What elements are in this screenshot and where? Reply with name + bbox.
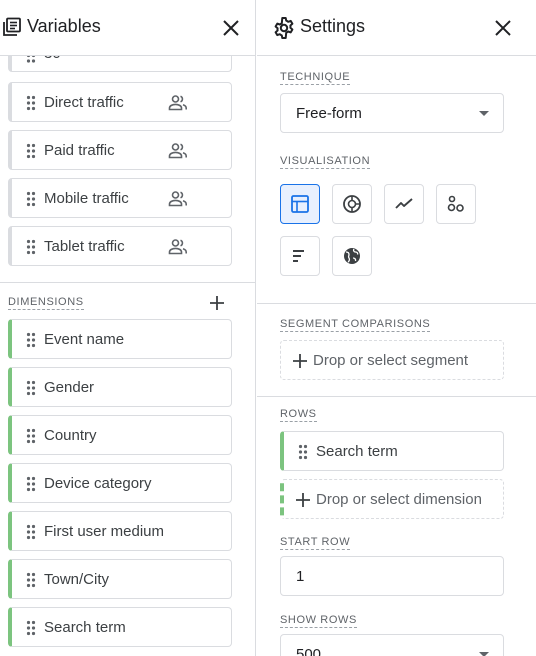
people-icon (168, 191, 187, 207)
dropdown-arrow-icon (479, 111, 489, 116)
drop-segment-label: Drop or select segment (313, 352, 469, 369)
row-dimension-label: Search term (316, 443, 398, 460)
table-vis-button[interactable] (280, 184, 320, 224)
drag-handle-icon[interactable] (26, 143, 36, 159)
segment-label: Mobile traffic (44, 190, 129, 207)
segment-chip[interactable]: Mobile traffic (8, 178, 232, 218)
segment-label: Direct traffic (44, 94, 124, 111)
settings-title: Settings (300, 16, 366, 36)
people-icon (168, 239, 187, 255)
drop-segment-zone[interactable]: Drop or select segment (280, 340, 504, 380)
close-icon (495, 20, 511, 36)
segment-chip[interactable]: Tablet traffic (8, 226, 232, 266)
drag-handle-icon[interactable] (26, 572, 36, 588)
divider (0, 282, 255, 283)
close-variables-button[interactable] (219, 16, 243, 40)
dimension-chip[interactable]: Town/City (8, 559, 232, 599)
plus-icon (296, 493, 310, 507)
segment-chip[interactable]: Paid traffic (8, 130, 232, 170)
drag-handle-icon[interactable] (298, 444, 308, 460)
gear-icon (274, 17, 294, 39)
drop-dimension-zone[interactable]: Drop or select dimension (280, 479, 504, 519)
technique-label: TECHNIQUE (280, 71, 351, 85)
dimension-label: Gender (44, 379, 95, 396)
divider (257, 303, 536, 304)
bar-chart-icon (293, 250, 304, 262)
dropdown-arrow-icon (479, 652, 489, 656)
visualisation-label: VISUALISATION (280, 155, 371, 169)
dimension-label: Device category (44, 475, 152, 492)
dimension-chip[interactable]: Search term (8, 607, 232, 647)
divider (257, 396, 536, 397)
dimensions-label: DIMENSIONS (8, 296, 84, 310)
dimension-chip[interactable]: Country (8, 415, 232, 455)
drag-handle-icon[interactable] (26, 476, 36, 492)
drag-handle-icon[interactable] (26, 191, 36, 207)
line-chart-vis-button[interactable] (384, 184, 424, 224)
settings-header: Settings (257, 0, 536, 56)
technique-value: Free-form (296, 105, 362, 122)
scatter-chart-vis-button[interactable] (436, 184, 476, 224)
technique-select[interactable]: Free-form (280, 93, 504, 133)
dimension-label: Event name (44, 331, 125, 348)
dimension-label: Country (44, 427, 97, 444)
rows-label: ROWS (280, 408, 317, 422)
bar-chart-vis-button[interactable] (280, 236, 320, 276)
plus-icon (293, 354, 307, 368)
dimension-label: Search term (44, 619, 126, 636)
drag-handle-icon[interactable] (26, 380, 36, 396)
dimension-label: First user medium (44, 523, 165, 540)
drag-handle-icon[interactable] (26, 524, 36, 540)
drag-handle-icon[interactable] (26, 620, 36, 636)
segment-label: Tablet traffic (44, 238, 125, 255)
settings-panel: Settings TECHNIQUE Free-form VISUALISATI… (257, 0, 536, 656)
dimension-chip[interactable]: Gender (8, 367, 232, 407)
variables-panel: 30 Variables Direct traffic Paid traffic… (0, 0, 256, 656)
close-icon (223, 20, 239, 36)
start-row-field[interactable] (280, 556, 504, 596)
show-rows-label: SHOW ROWS (280, 614, 357, 628)
variables-header: Variables (0, 0, 255, 56)
segment-chip[interactable]: Direct traffic (8, 82, 232, 122)
dimension-chip[interactable]: Device category (8, 463, 232, 503)
variables-icon (3, 17, 21, 36)
start-row-label: START ROW (280, 536, 351, 550)
people-icon (168, 143, 187, 159)
segment-comparisons-label: SEGMENT COMPARISONS (280, 318, 431, 332)
drop-dimension-label: Drop or select dimension (316, 491, 482, 508)
dimension-chip[interactable]: First user medium (8, 511, 232, 551)
donut-chart-icon (343, 195, 361, 213)
scatter-chart-icon (447, 195, 464, 212)
globe-icon (344, 248, 360, 264)
show-rows-value: 500 (296, 646, 322, 656)
row-dimension-chip[interactable]: Search term (280, 431, 504, 471)
close-settings-button[interactable] (491, 16, 515, 40)
variables-title: Variables (27, 16, 101, 36)
line-chart-icon (395, 198, 413, 209)
drag-handle-icon[interactable] (26, 332, 36, 348)
drag-handle-icon[interactable] (26, 95, 36, 111)
show-rows-select[interactable]: 500 (280, 634, 504, 656)
drag-handle-icon[interactable] (26, 428, 36, 444)
drag-handle-icon[interactable] (26, 239, 36, 255)
geo-map-vis-button[interactable] (332, 236, 372, 276)
people-icon (168, 95, 187, 111)
segment-label: Paid traffic (44, 142, 115, 159)
dimension-label: Town/City (44, 571, 110, 588)
dimension-chip[interactable]: Event name (8, 319, 232, 359)
donut-chart-vis-button[interactable] (332, 184, 372, 224)
table-icon (291, 195, 309, 213)
start-row-input[interactable] (282, 558, 502, 594)
add-dimension-button[interactable] (208, 294, 226, 312)
